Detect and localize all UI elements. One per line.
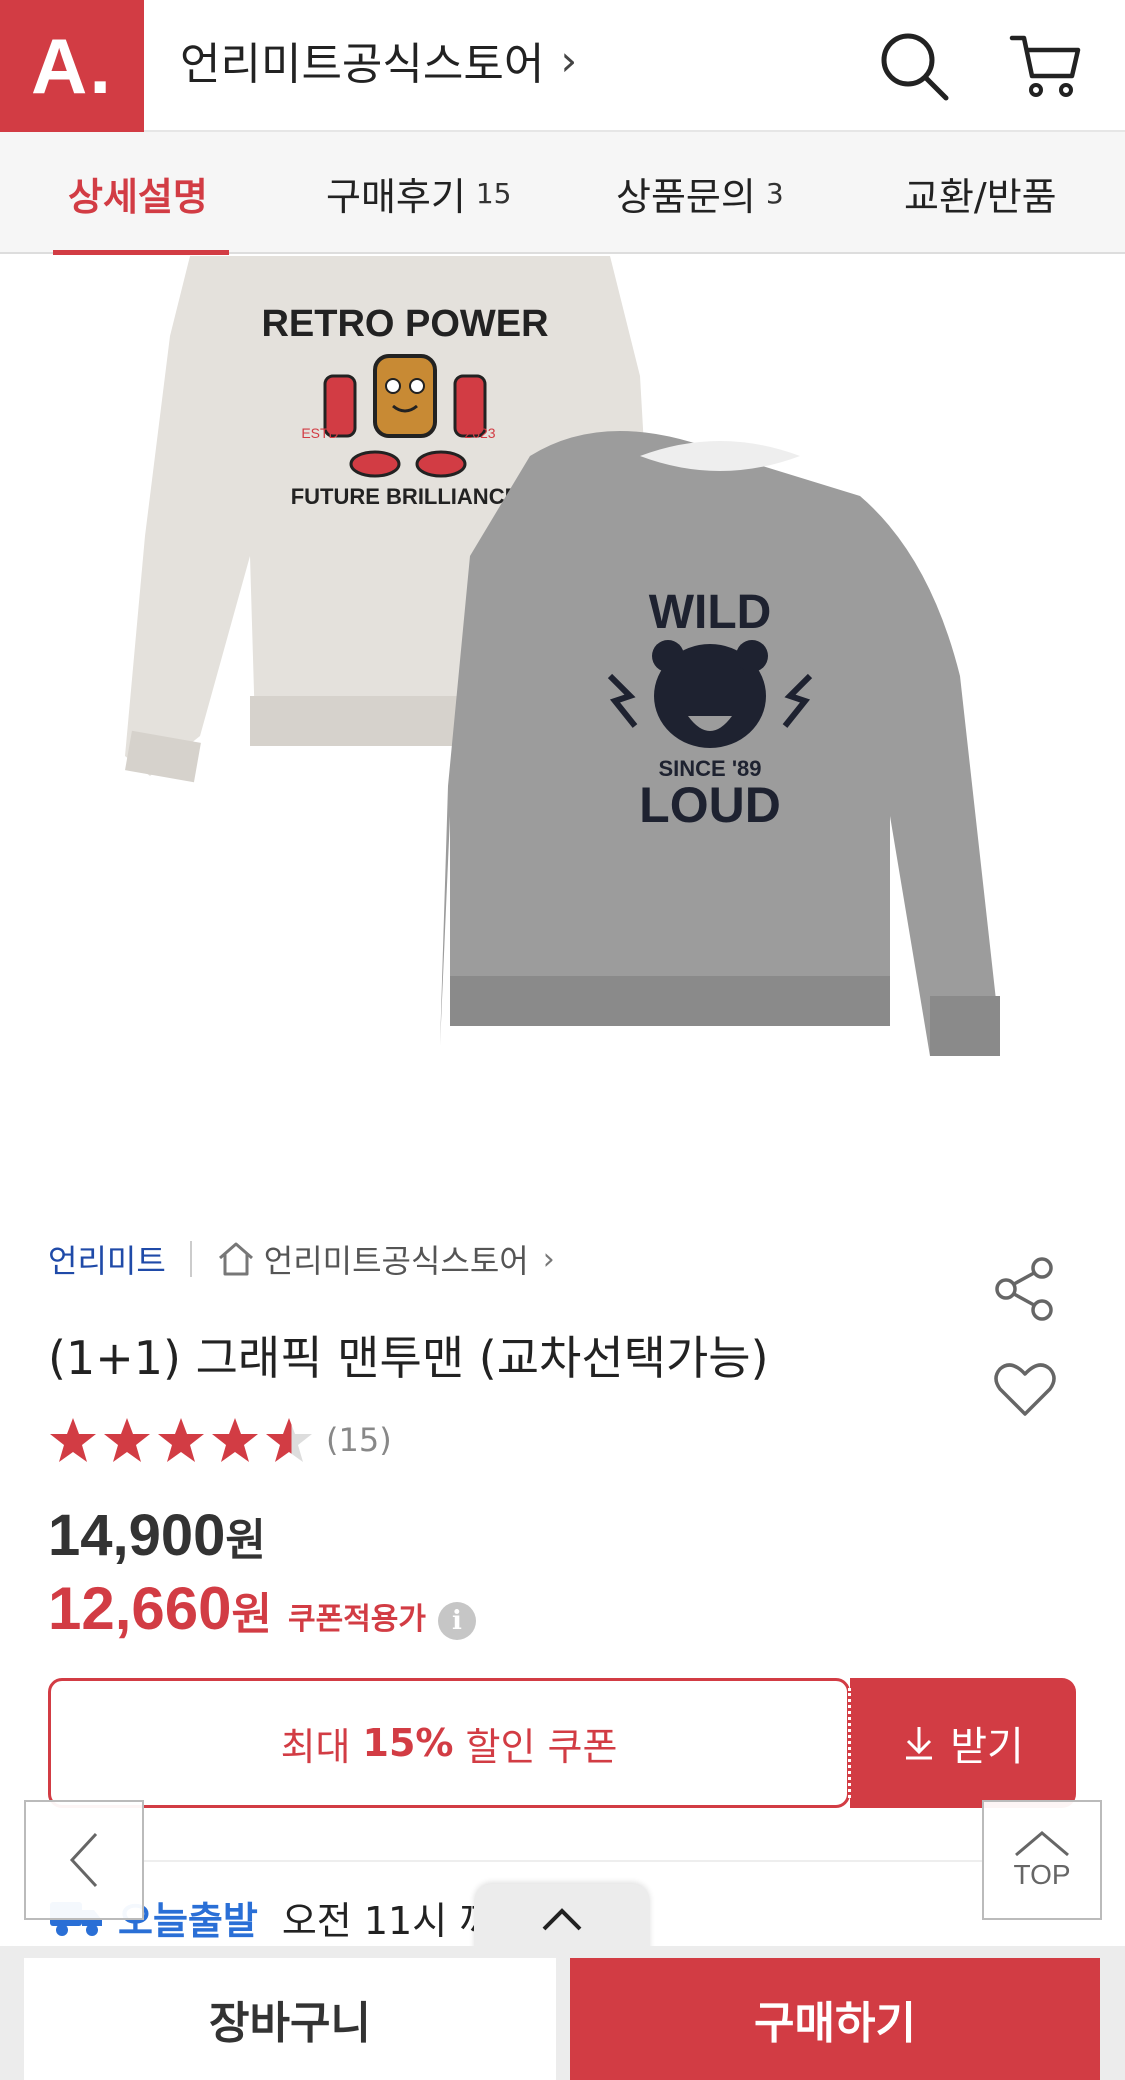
grey-sweatshirt: WILD SINCE '89 LOUD [440,431,1000,1056]
divider [189,1241,192,1277]
brand-link[interactable]: 언리미트 [48,1236,166,1282]
chevron-left-icon [69,1832,98,1888]
original-price-value: 14,900 [48,1503,226,1568]
buy-now-button[interactable]: 구매하기 [570,1958,1100,2080]
print-estd: ESTD [301,425,338,441]
info-icon[interactable]: i [438,1602,476,1640]
cart-icon[interactable] [1008,28,1084,104]
store-logo[interactable]: A. [0,0,144,132]
tab-inquiries[interactable]: 상품문의 3 [616,132,784,254]
store-title-text: 언리미트공식스토어 [180,39,545,90]
rating-stars [48,1416,314,1464]
chevron-up-icon [542,1908,582,1931]
coupon-download-button[interactable]: 받기 [848,1678,1076,1808]
sale-price: 12,660 원 쿠폰적용가 i [48,1574,476,1643]
store-link[interactable]: 언리미트공식스토어 › [216,1236,555,1282]
add-to-cart-button[interactable]: 장바구니 [24,1958,556,2080]
star-full-icon [104,1418,150,1462]
app-header: A. 언리미트공식스토어 › [0,0,1125,132]
product-image[interactable]: RETRO POWER ESTD 2023 FUTURE BRILLIANCE … [0,256,1125,1190]
tab-count: 15 [475,176,512,210]
print-title: WILD [649,586,772,639]
print-year: 2023 [464,425,495,441]
heart-icon[interactable] [992,1358,1058,1420]
star-half-icon [266,1418,312,1462]
tab-count: 3 [765,176,784,210]
scroll-top-button[interactable]: TOP [982,1800,1102,1920]
coupon-banner[interactable]: 최대 15% 할인 쿠폰 [48,1678,850,1808]
print-subtitle: LOUD [639,777,781,833]
print-subtitle: FUTURE BRILLIANCE [291,484,520,509]
share-icon[interactable] [992,1256,1058,1322]
chevron-up-icon [1015,1831,1069,1857]
currency-unit: 원 [231,1589,272,1640]
print-title: RETRO POWER [261,303,548,345]
bottom-action-bar: 장바구니 구매하기 [0,1946,1125,2080]
review-count: (15) [326,1421,392,1459]
tab-detail[interactable]: 상세설명 [68,132,208,254]
chevron-right-icon: › [560,35,578,85]
store-link-label: 언리미트공식스토어 [263,1242,529,1280]
scroll-top-label: TOP [1013,1859,1071,1890]
rating-row[interactable]: (15) [48,1416,392,1464]
tab-label: 상품문의 [616,174,756,219]
coupon-suffix: 할인 쿠폰 [465,1724,618,1769]
sale-price-value: 12,660 [48,1575,232,1642]
product-tabs: 상세설명 구매후기 15 상품문의 3 교환/반품 [0,132,1125,254]
section-divider [48,1860,1076,1862]
star-full-icon [212,1418,258,1462]
sweatshirts-illustration: RETRO POWER ESTD 2023 FUTURE BRILLIANCE … [125,256,1000,1056]
store-title-link[interactable]: 언리미트공식스토어 › [180,28,577,92]
tab-label: 구매후기 [326,174,466,219]
tab-exchange-return[interactable]: 교환/반품 [904,132,1057,254]
coupon-percent: 15% [362,1721,454,1765]
original-price: 14,900원 [48,1502,266,1569]
tab-label: 교환/반품 [904,174,1057,219]
brand-row: 언리미트 언리미트공식스토어 › [48,1236,555,1282]
currency-unit: 원 [225,1516,266,1565]
previous-button[interactable] [24,1800,144,1920]
active-tab-indicator [53,250,229,255]
star-full-icon [50,1418,96,1462]
chevron-right-icon: › [542,1241,555,1277]
star-full-icon [158,1418,204,1462]
product-name: (1+1) 그래픽 맨투맨 (교차선택가능) [48,1331,769,1385]
coupon-price-note: 쿠폰적용가 [288,1602,426,1637]
home-icon [218,1242,253,1276]
coupon-prefix: 최대 [280,1724,351,1769]
delivery-text: 오전 11시 까 [281,1899,495,1943]
tab-reviews[interactable]: 구매후기 15 [326,132,511,254]
tab-label: 상세설명 [68,174,208,219]
search-icon[interactable] [876,28,952,104]
download-icon [906,1727,933,1760]
coupon-download-label: 받기 [950,1724,1024,1770]
